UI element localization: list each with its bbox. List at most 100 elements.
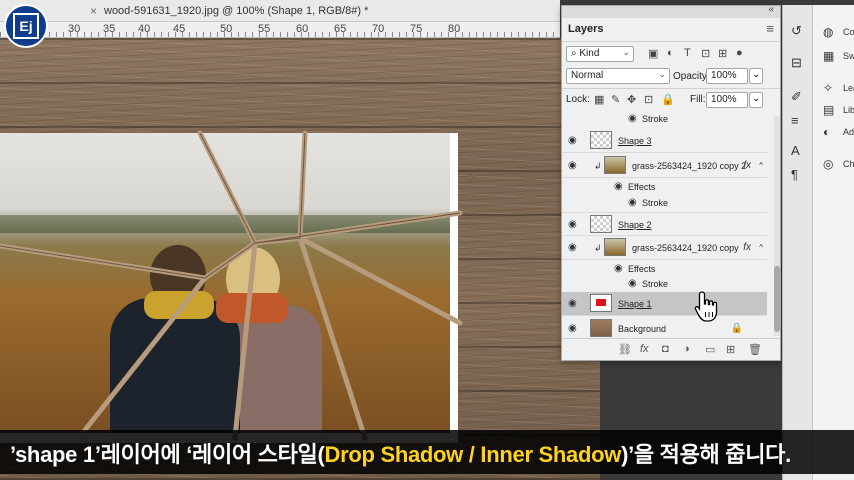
eye-icon[interactable]: ◉ bbox=[568, 242, 577, 253]
brushes-icon[interactable]: ✐ bbox=[791, 89, 802, 105]
chevron-down-icon: ⌄ bbox=[622, 47, 630, 57]
dock-label-learn[interactable]: Lea bbox=[843, 83, 854, 93]
lock-position-icon[interactable]: ✥ bbox=[627, 93, 636, 106]
add-mask-icon[interactable]: ◘ bbox=[662, 343, 669, 355]
effect-name: Stroke bbox=[642, 198, 669, 208]
brush-settings-icon[interactable]: ≡ bbox=[791, 113, 799, 128]
blend-mode-select[interactable]: Normal ⌄ bbox=[566, 68, 670, 84]
eye-icon[interactable]: ◉ bbox=[568, 298, 577, 309]
layers-scrollbar[interactable] bbox=[774, 116, 780, 336]
layers-list: ◉ Stroke ◉ Shape 3 ◉ ↲ grass-2563424_192… bbox=[562, 111, 772, 337]
fill-label: Fill: bbox=[690, 94, 706, 105]
layer-thumbnail bbox=[590, 215, 612, 233]
new-adjustment-icon[interactable]: ◑ bbox=[683, 343, 690, 355]
layer-row[interactable]: ◉ Shape 2 bbox=[562, 212, 767, 236]
eye-icon[interactable]: ◉ bbox=[614, 181, 623, 192]
lock-brush-icon[interactable]: ✎ bbox=[611, 93, 620, 106]
add-style-icon[interactable]: fx bbox=[640, 343, 649, 355]
filter-toggle-icon[interactable]: ● bbox=[736, 47, 743, 59]
lock-artboard-icon[interactable]: ⊡ bbox=[644, 93, 653, 106]
lock-label: Lock: bbox=[566, 94, 590, 105]
layer-name[interactable]: grass-2563424_1920 copy bbox=[632, 243, 739, 253]
character-icon[interactable]: A bbox=[791, 143, 800, 158]
learn-icon[interactable]: ✧ bbox=[823, 81, 833, 95]
smart-object-filter-icon[interactable]: ⊞ bbox=[718, 47, 727, 60]
close-tab-icon[interactable]: × bbox=[90, 4, 97, 18]
layer-name[interactable]: Background bbox=[618, 324, 666, 334]
eye-icon[interactable]: ◉ bbox=[628, 197, 637, 208]
layer-name[interactable]: Shape 3 bbox=[618, 136, 652, 146]
effect-name: Stroke bbox=[642, 279, 669, 289]
panel-menu-icon[interactable]: ≡ bbox=[766, 21, 774, 36]
layer-name[interactable]: Shape 2 bbox=[618, 220, 652, 230]
layer-effect-row[interactable]: ◉ Stroke bbox=[562, 195, 767, 211]
libraries-icon[interactable]: ▤ bbox=[823, 103, 834, 117]
fill-dropdown-icon[interactable]: ⌄ bbox=[749, 92, 763, 108]
layer-name[interactable]: Shape 1 bbox=[618, 299, 652, 309]
document-tab-title[interactable]: wood-591631_1920.jpg @ 100% (Shape 1, RG… bbox=[104, 5, 368, 17]
adjustment-filter-icon[interactable]: ◐ bbox=[667, 47, 674, 59]
search-icon: ⌕ bbox=[571, 48, 577, 59]
chevron-up-icon[interactable]: ^ bbox=[759, 161, 763, 170]
logo-text: Ej bbox=[13, 13, 39, 39]
scrollbar-thumb[interactable] bbox=[774, 266, 780, 332]
new-layer-icon[interactable]: ⊞ bbox=[726, 343, 735, 356]
layer-row-selected[interactable]: ◉ Shape 1 bbox=[562, 292, 767, 316]
properties-icon[interactable]: ⊟ bbox=[791, 55, 802, 71]
dock-label-color[interactable]: Co bbox=[843, 27, 854, 37]
dock-label-channels[interactable]: Ch bbox=[843, 159, 854, 169]
layer-effects-row[interactable]: ◉ Effects bbox=[562, 179, 767, 195]
eye-icon[interactable]: ◉ bbox=[568, 323, 577, 334]
filter-kind-label: Kind bbox=[579, 48, 600, 59]
layer-row[interactable]: ◉ Shape 3 bbox=[562, 129, 767, 153]
eye-icon[interactable]: ◉ bbox=[628, 113, 637, 124]
layer-row[interactable]: ◉ ↲ grass-2563424_1920 copy fx ^ bbox=[562, 236, 767, 260]
clipping-arrow-icon: ↲ bbox=[594, 161, 602, 171]
blend-mode-value: Normal bbox=[571, 70, 604, 81]
layers-tab[interactable]: Layers bbox=[568, 23, 603, 35]
effect-name: Stroke bbox=[642, 114, 669, 124]
eye-icon[interactable]: ◉ bbox=[568, 160, 577, 171]
adjustments-icon[interactable]: ◐ bbox=[823, 125, 830, 139]
eye-icon[interactable]: ◉ bbox=[628, 278, 637, 289]
paragraph-icon[interactable]: ¶ bbox=[791, 167, 798, 182]
swatches-icon[interactable]: ▦ bbox=[823, 49, 834, 63]
eye-icon[interactable]: ◉ bbox=[568, 219, 577, 230]
collapse-panel-icon[interactable]: « bbox=[768, 4, 774, 15]
pixel-filter-icon[interactable]: ▣ bbox=[648, 47, 658, 60]
new-group-icon[interactable]: ▭ bbox=[705, 343, 715, 356]
eye-icon[interactable]: ◉ bbox=[614, 263, 623, 274]
lock-transparent-icon[interactable]: ▦ bbox=[594, 93, 604, 106]
layer-thumbnail bbox=[604, 156, 626, 174]
dock-label-adjustments[interactable]: Ad bbox=[843, 127, 854, 137]
lock-all-icon[interactable]: 🔒 bbox=[661, 93, 675, 106]
chevron-up-icon[interactable]: ^ bbox=[759, 243, 763, 252]
opacity-input[interactable]: 100% bbox=[706, 68, 748, 84]
layer-name[interactable]: grass-2563424_1920 copy 2 bbox=[632, 161, 746, 171]
layer-effects-row[interactable]: ◉ Effects bbox=[562, 261, 767, 277]
fx-icon[interactable]: fx bbox=[743, 242, 751, 253]
crack-lines bbox=[0, 130, 463, 441]
delete-layer-icon[interactable]: 🗑 bbox=[748, 343, 762, 356]
color-icon[interactable]: ◍ bbox=[823, 25, 833, 39]
chevron-down-icon: ⌄ bbox=[658, 69, 666, 79]
shape-filter-icon[interactable]: ⊡ bbox=[701, 47, 710, 60]
layers-bottom-toolbar: ⛓ fx ◘ ◑ ▭ ⊞ 🗑 bbox=[562, 338, 780, 360]
layer-row[interactable]: ◉ ↲ grass-2563424_1920 copy 2 fx ^ bbox=[562, 154, 767, 178]
channels-icon[interactable]: ◎ bbox=[823, 157, 833, 171]
filter-kind-select[interactable]: ⌕ Kind ⌄ bbox=[566, 46, 634, 62]
dock-label-libraries[interactable]: Lib bbox=[843, 105, 854, 115]
layer-row[interactable]: ◉ Background 🔒 bbox=[562, 317, 767, 337]
type-filter-icon[interactable]: T bbox=[684, 47, 691, 59]
opacity-dropdown-icon[interactable]: ⌄ bbox=[749, 68, 763, 84]
layer-effect-row[interactable]: ◉ Stroke bbox=[562, 276, 767, 292]
link-layers-icon[interactable]: ⛓ bbox=[618, 343, 632, 356]
layer-effect-row[interactable]: ◉ Stroke bbox=[562, 111, 767, 127]
eye-icon[interactable]: ◉ bbox=[568, 135, 577, 146]
history-icon[interactable]: ↺ bbox=[791, 23, 802, 39]
fill-input[interactable]: 100% bbox=[706, 92, 748, 108]
document-canvas[interactable] bbox=[0, 38, 600, 480]
filter-row: ⌕ Kind ⌄ ▣ ◐ T ⊡ ⊞ ● bbox=[566, 46, 776, 64]
fx-icon[interactable]: fx bbox=[743, 160, 751, 171]
dock-label-swatches[interactable]: Sw bbox=[843, 51, 854, 61]
